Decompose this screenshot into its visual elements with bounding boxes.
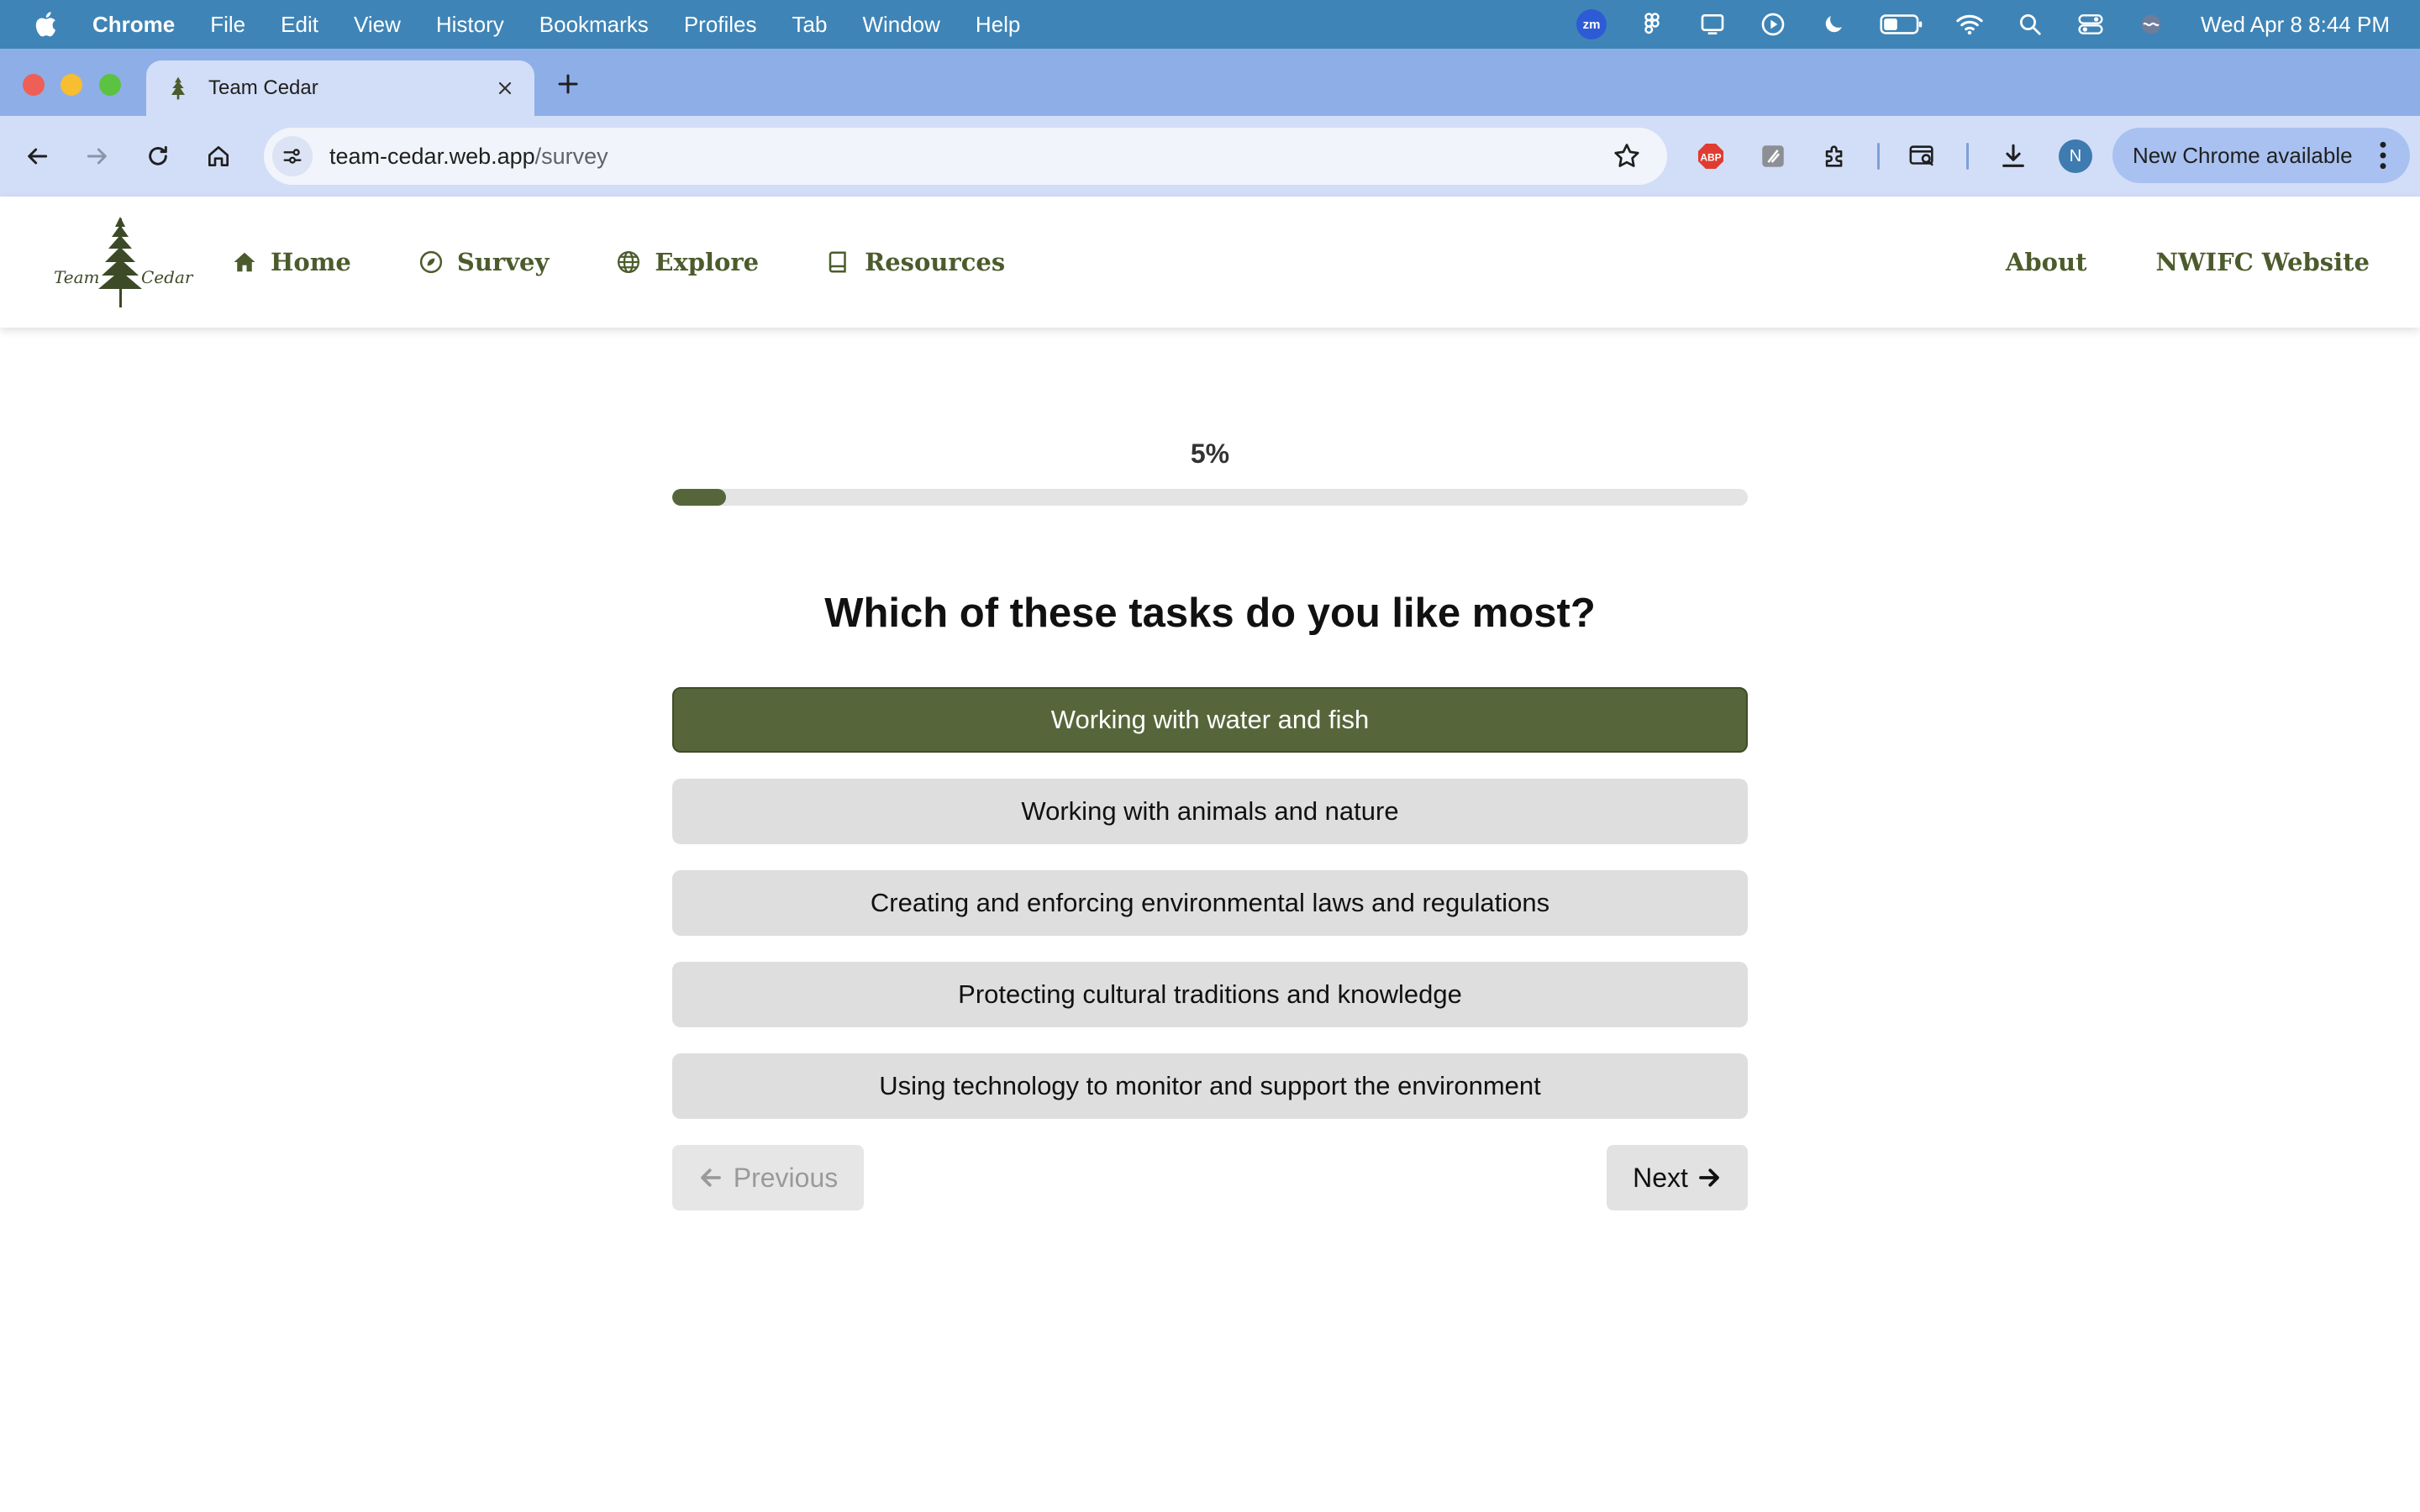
url-text: team-cedar.web.app/survey <box>329 144 608 170</box>
url-path: /survey <box>534 143 608 169</box>
tab-search-icon[interactable] <box>1906 139 1939 173</box>
nav-resources-label: Resources <box>865 248 1006 276</box>
new-tab-plus-icon[interactable] <box>551 67 585 101</box>
survey-panel: 5% Which of these tasks do you like most… <box>672 437 1748 1210</box>
menu-view[interactable]: View <box>354 12 401 38</box>
browser-tab-strip: Team Cedar <box>0 49 2420 116</box>
nav-home[interactable]: Home <box>232 248 351 276</box>
cedar-tree-logo-icon <box>98 217 142 307</box>
address-bar[interactable]: team-cedar.web.app/survey <box>264 128 1667 185</box>
battery-icon[interactable] <box>1878 8 1925 40</box>
previous-label: Previous <box>733 1162 839 1193</box>
new-chrome-available-button[interactable]: New Chrome available <box>2112 128 2410 183</box>
nav-about[interactable]: About <box>2006 248 2087 276</box>
arrow-left-icon <box>700 1168 721 1187</box>
menu-window[interactable]: Window <box>862 12 939 38</box>
nav-nwifc-website[interactable]: NWIFC Website <box>2155 248 2370 276</box>
menu-edit[interactable]: Edit <box>281 12 318 38</box>
screen-share-icon[interactable] <box>1697 8 1728 40</box>
apple-logo-icon[interactable] <box>32 9 62 39</box>
siri-icon[interactable] <box>2135 8 2167 40</box>
nav-home-label: Home <box>271 248 351 276</box>
progress-bar <box>672 489 1748 506</box>
answer-option[interactable]: Working with water and fish <box>672 687 1748 753</box>
url-host: team-cedar.web.app <box>329 143 535 169</box>
nav-explore[interactable]: Explore <box>616 248 759 276</box>
profile-avatar[interactable]: N <box>2059 139 2092 173</box>
control-center-icon[interactable] <box>2075 8 2107 40</box>
forward-arrow-icon[interactable] <box>81 139 114 173</box>
menu-bookmarks[interactable]: Bookmarks <box>539 12 649 38</box>
downloads-icon[interactable] <box>1996 139 2030 173</box>
cedar-tree-favicon-icon <box>171 76 185 100</box>
menu-file[interactable]: File <box>210 12 245 38</box>
menu-app-chrome[interactable]: Chrome <box>92 12 175 38</box>
tab-title: Team Cedar <box>208 76 318 99</box>
tab-close-icon[interactable] <box>491 74 519 102</box>
site-settings-icon[interactable] <box>272 136 313 176</box>
nav-survey[interactable]: Survey <box>418 248 549 276</box>
window-minimize-button[interactable] <box>60 74 82 96</box>
book-icon <box>829 251 846 273</box>
main-nav: Home Survey Explore Resources <box>232 197 1072 328</box>
answer-option[interactable]: Working with animals and nature <box>672 779 1748 844</box>
toolbar-separator <box>1966 143 1969 170</box>
menu-history[interactable]: History <box>436 12 504 38</box>
progress-percent: 5% <box>1190 438 1230 469</box>
bookmark-star-icon[interactable] <box>1612 141 1642 171</box>
survey-navigation: Previous Next <box>672 1145 1748 1210</box>
status-area: zm Wed Apr 8 8:44 PM <box>1576 0 2390 49</box>
next-label: Next <box>1633 1162 1688 1193</box>
browser-tab-active[interactable]: Team Cedar <box>146 60 534 116</box>
secondary-nav: About NWIFC Website <box>1937 197 2370 328</box>
reload-icon[interactable] <box>141 139 175 173</box>
macos-menu-bar: Chrome File Edit View History Bookmarks … <box>0 0 2420 49</box>
progress-bar-fill <box>672 489 726 506</box>
browser-toolbar: team-cedar.web.app/survey ABP N New Chro… <box>0 116 2420 197</box>
window-zoom-button[interactable] <box>99 74 121 96</box>
site-header: Team Cedar Home Survey Explore Resources… <box>0 197 2420 328</box>
answer-options: Working with water and fish Working with… <box>672 687 1748 1119</box>
answer-option[interactable]: Creating and enforcing environmental law… <box>672 870 1748 936</box>
next-button[interactable]: Next <box>1607 1145 1748 1210</box>
home-icon[interactable] <box>202 139 235 173</box>
previous-button[interactable]: Previous <box>672 1145 864 1210</box>
logo-text-cedar: Cedar <box>141 267 193 287</box>
answer-option[interactable]: Protecting cultural traditions and knowl… <box>672 962 1748 1027</box>
toolbar-separator <box>1877 143 1880 170</box>
menu-help[interactable]: Help <box>976 12 1020 38</box>
extensions-puzzle-icon[interactable] <box>1818 139 1852 173</box>
update-label: New Chrome available <box>2133 142 2353 168</box>
home-icon <box>234 252 255 272</box>
spotlight-search-icon[interactable] <box>2014 8 2046 40</box>
zoom-icon: zm <box>1576 9 1607 39</box>
more-vertical-icon[interactable] <box>2375 139 2391 171</box>
nav-explore-label: Explore <box>655 248 760 276</box>
menu-profiles[interactable]: Profiles <box>684 12 757 38</box>
moon-icon[interactable] <box>1818 8 1849 40</box>
adblock-label: ABP <box>1700 151 1721 163</box>
compass-leaf-icon <box>419 250 443 274</box>
arrow-right-icon <box>1699 1168 1719 1187</box>
globe-icon <box>618 251 640 273</box>
play-circle-icon[interactable] <box>1757 8 1789 40</box>
team-cedar-logo[interactable]: Team Cedar <box>52 215 193 309</box>
menu-bar-clock[interactable]: Wed Apr 8 8:44 PM <box>2201 12 2390 38</box>
figma-icon[interactable] <box>1636 8 1668 40</box>
pen-extension-icon[interactable] <box>1756 139 1790 173</box>
nav-survey-label: Survey <box>456 248 550 276</box>
question-heading: Which of these tasks do you like most? <box>824 591 1596 636</box>
wifi-icon[interactable] <box>1954 8 1986 40</box>
zoom-status[interactable]: zm <box>1576 8 1607 40</box>
answer-option[interactable]: Using technology to monitor and support … <box>672 1053 1748 1119</box>
menu-tab[interactable]: Tab <box>792 12 828 38</box>
nav-resources[interactable]: Resources <box>826 248 1005 276</box>
window-close-button[interactable] <box>23 74 45 96</box>
back-arrow-icon[interactable] <box>20 139 54 173</box>
adblock-extension-icon[interactable]: ABP <box>1694 139 1728 173</box>
